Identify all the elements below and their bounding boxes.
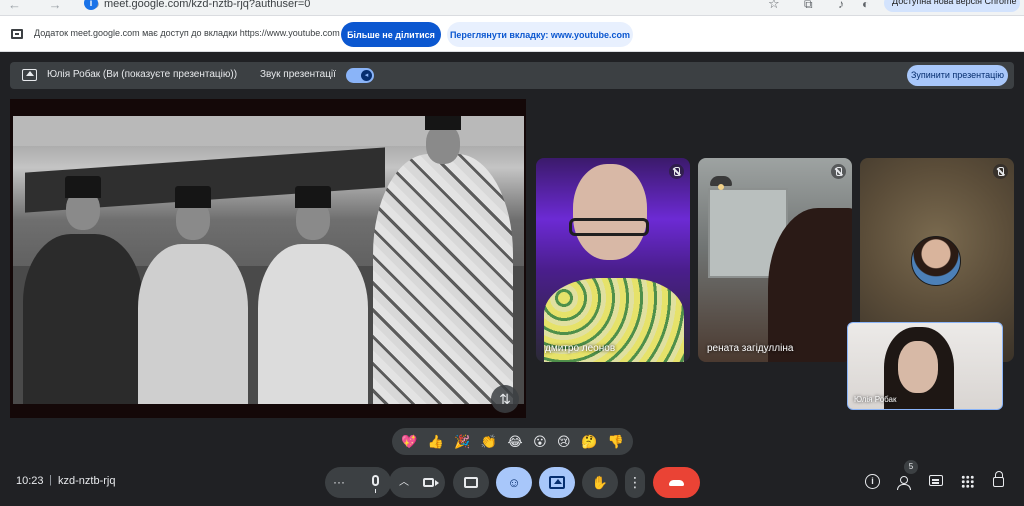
photo-figure (373, 116, 513, 404)
participant-name: рената загідулліна (707, 343, 794, 354)
participant-video (569, 218, 649, 236)
more-vert-icon: ⋮ (628, 474, 642, 490)
mic-off-icon (831, 164, 846, 179)
chevron-up-icon[interactable]: ︿ (399, 467, 409, 498)
mic-off-icon (993, 164, 1008, 179)
host-controls-icon[interactable] (993, 471, 1004, 487)
self-view-tile[interactable]: Юлія Робак (847, 322, 1003, 410)
chrome-update-pill[interactable]: Доступна нова версія Chrome (884, 0, 1020, 12)
photo-figure (258, 186, 368, 404)
mic-icon (372, 475, 379, 493)
stop-presenting-button[interactable]: Зупинити презентацію (907, 65, 1008, 86)
chat-icon[interactable] (929, 475, 943, 486)
participant-name: дмитро леонов (545, 343, 616, 354)
participant-tile[interactable]: дмитро леонов (536, 158, 690, 362)
meeting-details-icon[interactable]: i (865, 474, 880, 489)
reaction-laugh[interactable]: 😂 (508, 428, 523, 455)
volume-icon: ◂ (361, 70, 372, 81)
mic-off-icon (669, 164, 684, 179)
shared-tab-icon (11, 29, 23, 39)
stop-sharing-button[interactable]: Більше не ділитися (341, 22, 441, 47)
raise-hand-button[interactable]: ✋ (582, 467, 618, 498)
address-bar-url[interactable]: meet.google.com/kzd-nztb-rjq?authuser=0 (104, 0, 310, 10)
reaction-sad[interactable]: 😢 (557, 428, 571, 455)
participant-video (710, 176, 732, 190)
participant-video (573, 164, 647, 260)
presentation-sound-label: Звук презентації (260, 69, 336, 80)
reaction-thumbs-down[interactable]: 👎 (608, 428, 624, 455)
audio-control-group: ··· (325, 467, 391, 498)
view-shared-tab-button[interactable]: Переглянути вкладку: www.youtube.com (447, 22, 633, 47)
camera-icon (423, 478, 439, 487)
presenter-label: Юлія Робак (Ви (показуєте презентацію)) (47, 69, 238, 80)
infobar-message: Додаток meet.google.com має доступ до вк… (34, 28, 340, 38)
meeting-time: 10:23 (16, 475, 44, 487)
reactions-button[interactable]: ☺ (496, 467, 532, 498)
reactions-bar: 💖 👍 🎉 👏 😂 😮 😢 🤔 👎 (392, 428, 633, 455)
self-name: Юлія Робак (854, 395, 897, 404)
camera-control-group[interactable]: ︿ (389, 467, 445, 498)
audio-options-icon[interactable]: ··· (333, 467, 345, 498)
activities-icon[interactable] (961, 475, 974, 488)
present-icon (549, 476, 565, 489)
bookmark-star-icon[interactable]: ☆ (768, 0, 780, 12)
media-icon[interactable]: ♪ (838, 0, 844, 11)
more-options-button[interactable]: ⋮ (625, 467, 645, 498)
historical-photo (13, 116, 524, 404)
present-screen-icon (22, 69, 37, 81)
participant-tile[interactable]: рената загідулліна (698, 158, 852, 362)
reaction-thinking[interactable]: 🤔 (581, 428, 597, 455)
tab-sharing-infobar: Додаток meet.google.com має доступ до вк… (0, 16, 1024, 52)
presenting-bar: Юлія Робак (Ви (показуєте презентацію)) … (10, 62, 1014, 89)
meeting-separator: | (49, 474, 52, 486)
hand-icon: ✋ (591, 475, 609, 490)
people-count-badge: 5 (904, 460, 918, 474)
reaction-heart[interactable]: 💖 (401, 428, 417, 455)
mic-button[interactable] (360, 467, 391, 498)
present-now-button[interactable] (539, 467, 575, 498)
photo-figure (23, 176, 143, 404)
reaction-party[interactable]: 🎉 (454, 428, 470, 455)
swap-layout-button[interactable]: ⇅ (491, 385, 519, 413)
hang-up-icon (669, 480, 684, 486)
leave-call-button[interactable] (653, 467, 700, 498)
presentation-sound-toggle[interactable]: ◂ (346, 68, 374, 83)
meeting-code: kzd-nztb-rjq (58, 475, 116, 487)
extensions-icon[interactable]: ⧉ (804, 0, 813, 12)
self-video (898, 341, 938, 393)
browser-toolbar: ← → ↻ i meet.google.com/kzd-nztb-rjq?aut… (0, 0, 1024, 16)
avatar (911, 236, 961, 286)
reaction-clap[interactable]: 👏 (481, 428, 497, 455)
presentation-view: ⇅ (10, 99, 526, 418)
smiley-icon: ☺ (507, 475, 521, 490)
people-icon[interactable] (896, 476, 912, 490)
reaction-surprised[interactable]: 😮 (533, 428, 547, 455)
profile-icon[interactable]: ◐ (862, 0, 869, 11)
captions-button[interactable] (453, 467, 489, 498)
photo-figure (138, 186, 248, 404)
captions-icon (464, 477, 478, 488)
reaction-thumbs-up[interactable]: 👍 (428, 428, 444, 455)
